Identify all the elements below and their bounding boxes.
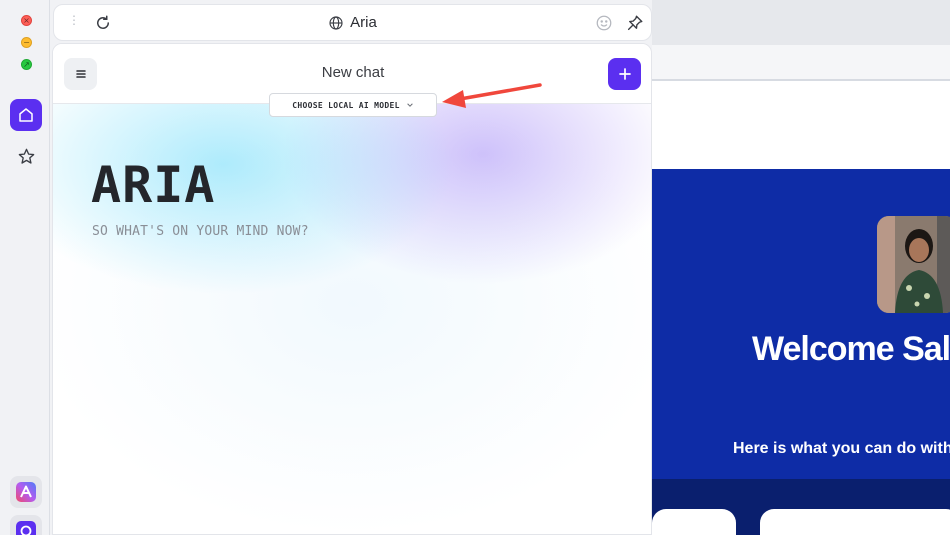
maximize-window-button[interactable]: ↗ bbox=[21, 59, 32, 70]
aria-panel: New chat CHOOSE LOCAL AI MODEL ARIA SO W… bbox=[52, 43, 652, 535]
aria-app-icon bbox=[16, 482, 36, 502]
aria-logo-text: ARIA bbox=[91, 156, 216, 214]
emoji-icon[interactable] bbox=[595, 14, 613, 32]
chevron-down-icon bbox=[406, 103, 413, 107]
pin-icon[interactable] bbox=[626, 14, 644, 32]
home-icon bbox=[19, 108, 33, 122]
prompt-tagline: SO WHAT'S ON YOUR MIND NOW? bbox=[92, 224, 309, 239]
sidebar-app-other[interactable] bbox=[10, 515, 42, 535]
welcome-heading: Welcome Sal bbox=[752, 330, 950, 368]
sidebar-item-home[interactable] bbox=[10, 99, 42, 131]
maximize-icon: ↗ bbox=[23, 59, 30, 69]
background-toolbar bbox=[652, 45, 950, 81]
minimize-window-button[interactable]: − bbox=[21, 37, 32, 48]
plus-icon bbox=[618, 68, 631, 80]
background-card[interactable] bbox=[652, 509, 736, 535]
new-chat-button[interactable] bbox=[608, 58, 641, 90]
aria-toolbar: ⋮ Aria bbox=[53, 4, 652, 41]
site-title-text: Aria bbox=[350, 14, 377, 31]
choose-model-label: CHOOSE LOCAL AI MODEL bbox=[292, 100, 400, 110]
sidebar-item-favorites[interactable] bbox=[10, 140, 42, 172]
star-icon bbox=[18, 148, 34, 164]
background-tabbar bbox=[652, 0, 950, 45]
close-icon: × bbox=[23, 15, 30, 25]
app-icon bbox=[16, 521, 36, 535]
chat-title: New chat bbox=[321, 64, 385, 81]
sidebar-app-aria[interactable] bbox=[10, 476, 42, 508]
globe-icon bbox=[329, 15, 343, 30]
background-card[interactable] bbox=[760, 509, 950, 535]
background-webpage: Welcome Sal Here is what you can do with bbox=[652, 0, 950, 535]
welcome-subtext: Here is what you can do with bbox=[733, 440, 950, 457]
minimize-icon: − bbox=[23, 37, 30, 47]
background-header bbox=[652, 81, 950, 169]
avatar bbox=[877, 216, 950, 313]
browser-sidebar: × − ↗ bbox=[0, 0, 50, 535]
close-window-button[interactable]: × bbox=[21, 15, 32, 26]
annotation-arrow bbox=[442, 83, 542, 108]
site-title: Aria bbox=[54, 14, 651, 31]
choose-model-button[interactable]: CHOOSE LOCAL AI MODEL bbox=[269, 93, 437, 117]
